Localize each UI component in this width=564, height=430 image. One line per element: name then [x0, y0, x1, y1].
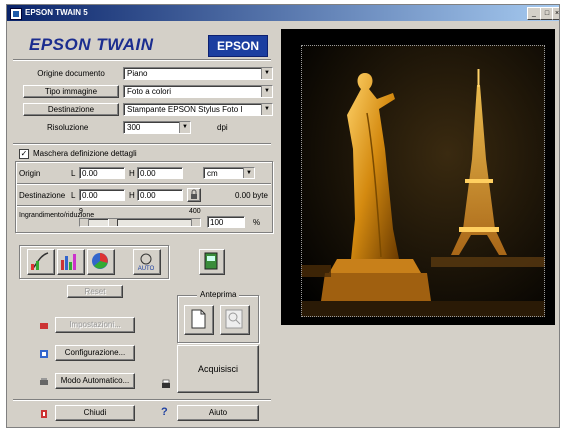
scale-input[interactable]: 100 — [207, 216, 245, 228]
slider-right-arrow[interactable] — [191, 219, 200, 226]
reset-button[interactable]: Reset — [67, 285, 123, 298]
destination-dim-label: Destinazione — [19, 191, 66, 200]
origine-value: Piano — [127, 69, 148, 78]
slider-left-arrow[interactable] — [80, 219, 89, 226]
epson-logo: EPSON — [208, 35, 268, 57]
chevron-down-icon: ▼ — [243, 168, 254, 178]
chevron-down-icon: ▼ — [261, 86, 272, 97]
units-value: cm — [207, 169, 218, 178]
scan-icon — [162, 379, 170, 388]
scale-slider-track[interactable] — [79, 218, 201, 227]
anteprima-label: Anteprima — [197, 290, 240, 299]
histogram-button[interactable] — [57, 249, 85, 275]
zoom-preview-icon — [225, 309, 243, 329]
chiudi-button[interactable]: Chiudi — [55, 405, 135, 421]
scale-min-label: 9 — [79, 208, 83, 215]
window-title: EPSON TWAIN 5 — [25, 8, 88, 17]
dim-divider-1 — [17, 183, 271, 185]
chevron-down-icon: ▼ — [261, 68, 272, 79]
scale-max-label: 400 — [189, 208, 201, 215]
tipo-immagine-button[interactable]: Tipo immagine — [23, 85, 119, 98]
lock-icon — [191, 189, 197, 199]
color-adjust-button[interactable] — [87, 249, 115, 275]
configurazione-button[interactable]: Configurazione... — [55, 345, 135, 361]
histogram-icon — [61, 254, 76, 270]
scale-slider-thumb[interactable] — [108, 219, 118, 226]
acquisisci-button[interactable]: Acquisisci — [177, 345, 259, 393]
origin-l-label: L — [71, 169, 76, 178]
units-select[interactable]: cm ▼ — [203, 167, 255, 179]
destinazione-value: Stampante EPSON Stylus Foto I — [127, 105, 243, 114]
risoluzione-unit: dpi — [217, 123, 228, 132]
zoom-preview-button[interactable] — [220, 305, 250, 335]
preview-marquee[interactable] — [301, 45, 545, 317]
settings-divider — [13, 143, 271, 145]
page-preview-button[interactable] — [184, 305, 214, 335]
impostazioni-button[interactable]: Impostazioni... — [55, 317, 135, 333]
origine-select[interactable]: Piano ▼ — [123, 67, 273, 80]
modo-automatico-button[interactable]: Modo Automatico... — [55, 373, 135, 389]
dim-divider-2 — [17, 205, 271, 207]
origin-l-input[interactable]: 0.00 — [79, 167, 125, 179]
film-icon — [204, 252, 218, 270]
tone-correction-button[interactable] — [27, 249, 55, 275]
dest-h-label: H — [129, 191, 135, 200]
origin-label: Origin — [19, 169, 41, 178]
scale-label: Ingrandimento/riduzione — [19, 212, 95, 219]
page-preview-icon — [191, 309, 206, 329]
epson-twain-window: EPSON TWAIN 5 _ □ × EPSON TWAIN EPSON Or… — [6, 4, 560, 428]
footer-divider — [13, 399, 271, 401]
close-button[interactable]: × — [552, 7, 559, 20]
configuration-icon — [40, 350, 48, 358]
dest-l-input[interactable]: 0.00 — [79, 189, 125, 201]
header-divider — [13, 59, 271, 61]
minimize-button[interactable]: _ — [527, 7, 541, 20]
auto-mode-icon — [40, 378, 48, 385]
exit-icon — [41, 410, 47, 418]
scale-percent-label: % — [253, 218, 261, 227]
chevron-down-icon: ▼ — [261, 104, 272, 115]
epson-app-icon — [10, 8, 22, 20]
image-size-readout: 0.00 byte — [235, 191, 268, 200]
risoluzione-label: Risoluzione — [47, 123, 89, 132]
origin-h-label: H — [129, 169, 135, 178]
tipo-immagine-value: Foto a colori — [127, 87, 172, 96]
auto-exposure-button[interactable]: AUTO — [133, 249, 161, 275]
lock-ratio-button[interactable] — [187, 188, 201, 202]
color-adjust-icon — [92, 253, 108, 269]
mask-label: Maschera definizione dettagli — [33, 149, 137, 158]
destinazione-button[interactable]: Destinazione — [23, 103, 119, 116]
origin-h-input[interactable]: 0.00 — [137, 167, 183, 179]
settings-icon — [40, 323, 48, 329]
auto-exposure-icon: AUTO — [138, 253, 155, 272]
mask-checkbox[interactable]: ✓ — [19, 149, 29, 159]
title-bar: EPSON TWAIN 5 _ □ × — [7, 5, 559, 21]
risoluzione-select[interactable]: 300 ▼ — [123, 121, 191, 134]
help-icon: ? — [161, 406, 168, 418]
auto-label: AUTO — [138, 266, 155, 272]
origine-label: Origine documento — [23, 67, 119, 80]
chevron-down-icon: ▼ — [179, 122, 190, 133]
dest-h-input[interactable]: 0.00 — [137, 189, 183, 201]
dest-l-label: L — [71, 191, 76, 200]
destinazione-select[interactable]: Stampante EPSON Stylus Foto I ▼ — [123, 103, 273, 116]
app-brand-title: EPSON TWAIN — [29, 35, 154, 54]
tone-correction-icon — [30, 252, 49, 270]
film-button[interactable] — [199, 249, 225, 275]
tipo-immagine-select[interactable]: Foto a colori ▼ — [123, 85, 273, 98]
aiuto-button[interactable]: Aiuto — [177, 405, 259, 421]
risoluzione-value: 300 — [127, 123, 141, 132]
preview-pane[interactable] — [281, 29, 555, 325]
